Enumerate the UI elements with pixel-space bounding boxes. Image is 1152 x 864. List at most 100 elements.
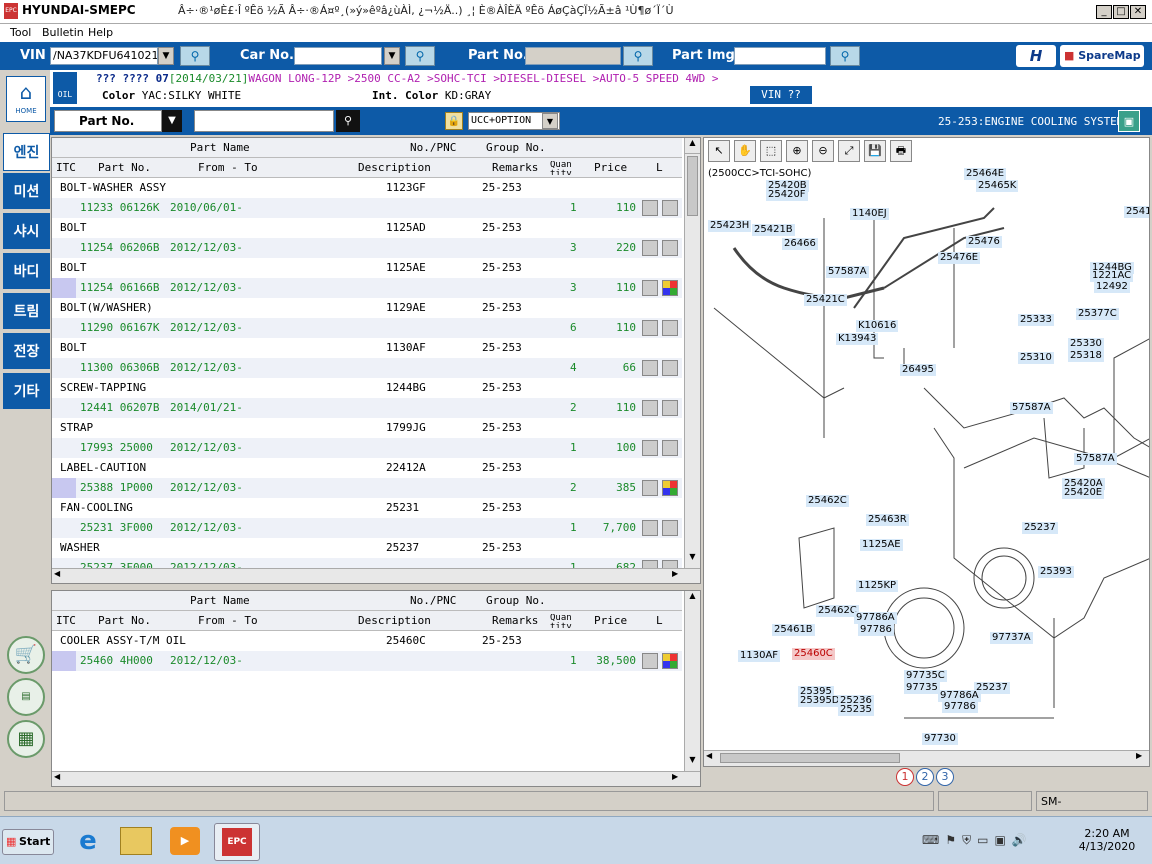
callout-label[interactable]: 25460C	[792, 648, 835, 660]
edit-icon[interactable]	[642, 520, 658, 536]
vin-search-button[interactable]: ⚲	[180, 46, 210, 66]
page-1-button[interactable]: 1	[896, 768, 914, 786]
tab-etc[interactable]: 기타	[3, 373, 50, 411]
callout-label[interactable]: 97737A	[990, 632, 1033, 644]
callout-label[interactable]: 1130AF	[738, 650, 781, 662]
table-row[interactable]: FAN-COOLING 25231 25-253	[52, 498, 682, 518]
network-icon[interactable]: ▣	[994, 833, 1005, 848]
table-row[interactable]: 12441 06207B 2014/01/21- 2 110	[52, 398, 682, 418]
home-button[interactable]: ⌂ HOME	[6, 76, 46, 122]
table-row[interactable]: BOLT-WASHER ASSY 1123GF 25-253	[52, 178, 682, 198]
tab-trim[interactable]: 트림	[3, 293, 50, 331]
search-type-select[interactable]: Part No.	[54, 110, 162, 132]
horizontal-scrollbar[interactable]: ◀ ▶	[52, 771, 700, 786]
clock[interactable]: 2:20 AM 4/13/2020	[1072, 827, 1142, 853]
edit-icon[interactable]	[642, 320, 658, 336]
edit-icon[interactable]	[642, 400, 658, 416]
edit-icon[interactable]	[642, 360, 658, 376]
tab-electrical[interactable]: 전장	[3, 333, 50, 371]
callout-label[interactable]: 97735C	[904, 670, 947, 682]
maximize-button[interactable]: □	[1113, 5, 1129, 19]
copy-icon[interactable]	[662, 360, 678, 376]
keyboard-icon[interactable]: ⌨	[922, 833, 939, 848]
callout-label[interactable]: 57587A	[826, 266, 869, 278]
callout-label[interactable]: 97786	[942, 701, 978, 713]
callout-label[interactable]: 25465K	[976, 180, 1019, 192]
edit-icon[interactable]	[642, 440, 658, 456]
tab-body[interactable]: 바디	[3, 253, 50, 291]
callout-label[interactable]: 97786	[858, 624, 894, 636]
callout-label[interactable]: 25237	[1022, 522, 1058, 534]
table-row[interactable]: WASHER 25237 25-253	[52, 538, 682, 558]
callout-label[interactable]: 25476	[966, 236, 1002, 248]
callout-label[interactable]: 25420E	[1062, 487, 1105, 499]
diagram-scroll-thumb[interactable]	[720, 753, 900, 763]
callout-label[interactable]: 25420F	[766, 189, 808, 201]
car-no-search-button[interactable]: ⚲	[405, 46, 435, 66]
display-icon[interactable]: ▭	[977, 833, 988, 848]
part-search-input[interactable]	[194, 110, 334, 132]
copy-icon[interactable]	[662, 200, 678, 216]
table-row[interactable]: 11254 06206B 2012/12/03- 3 220	[52, 238, 682, 258]
internet-explorer-icon[interactable]: e	[72, 825, 104, 857]
copy-icon[interactable]	[662, 240, 678, 256]
table-row[interactable]: 25460 4H000 2012/12/03- 1 38,500	[52, 651, 682, 671]
edit-icon[interactable]	[642, 240, 658, 256]
callout-label[interactable]: 25395D	[798, 695, 842, 707]
menu-help[interactable]: Help	[88, 26, 113, 39]
callout-label[interactable]: 57587A	[1074, 453, 1117, 465]
file-explorer-icon[interactable]	[120, 827, 152, 855]
callout-label[interactable]: 25235	[838, 704, 874, 716]
callout-label[interactable]: 25464E	[964, 168, 1007, 180]
security-icon[interactable]: ⛨	[962, 833, 971, 848]
page-3-button[interactable]: 3	[936, 768, 954, 786]
part-search-icon[interactable]: ⚲	[336, 110, 360, 132]
table-row[interactable]: 11233 06126K 2010/06/01- 1 110	[52, 198, 682, 218]
callout-label[interactable]: 12492	[1094, 281, 1130, 293]
table-row[interactable]: SCREW-TAPPING 1244BG 25-253	[52, 378, 682, 398]
table-row[interactable]: 25231 3F000 2012/12/03- 1 7,700	[52, 518, 682, 538]
table-row[interactable]: BOLT 1130AF 25-253	[52, 338, 682, 358]
table-row[interactable]: 11254 06166B 2012/12/03- 3 110	[52, 278, 682, 298]
edit-icon[interactable]	[642, 200, 658, 216]
copy-icon[interactable]	[662, 400, 678, 416]
search-type-dropdown-icon[interactable]: ▼	[162, 110, 182, 132]
part-no-input[interactable]	[525, 47, 621, 65]
vin-input[interactable]: /NA37KDFU641021	[50, 47, 158, 65]
tab-engine[interactable]: 엔진	[3, 133, 50, 171]
callout-label[interactable]: 25330	[1068, 338, 1104, 350]
callout-label[interactable]: 25393	[1038, 566, 1074, 578]
table-row[interactable]: BOLT 1125AD 25-253	[52, 218, 682, 238]
scroll-thumb[interactable]	[687, 156, 698, 216]
color-icon[interactable]	[662, 280, 678, 296]
callout-label[interactable]: 25421B	[752, 224, 795, 236]
callout-label[interactable]: 57587A	[1010, 402, 1053, 414]
table-row[interactable]: 17993 25000 2012/12/03- 1 100	[52, 438, 682, 458]
car-no-dropdown-icon[interactable]: ▼	[384, 47, 400, 65]
callout-label[interactable]: 97730	[922, 733, 958, 745]
callout-label[interactable]: 25318	[1068, 350, 1104, 362]
edit-icon[interactable]	[642, 480, 658, 496]
callout-label[interactable]: 25462C	[806, 495, 849, 507]
volume-icon[interactable]: 🔊	[1012, 833, 1027, 848]
callout-label[interactable]: 97735	[904, 682, 940, 694]
callout-label[interactable]: 25421C	[804, 294, 847, 306]
callout-label[interactable]: 1140EJ	[850, 208, 889, 220]
menu-bulletin[interactable]: Bulletin	[42, 26, 84, 39]
callout-label[interactable]: 25410	[1124, 206, 1149, 218]
option-dropdown-icon[interactable]: ▼	[542, 113, 558, 129]
start-button[interactable]: ▦ Start	[2, 829, 54, 855]
copy-icon[interactable]	[662, 320, 678, 336]
callout-label[interactable]: 97786A	[854, 612, 897, 624]
part-no-search-button[interactable]: ⚲	[623, 46, 653, 66]
vertical-scrollbar[interactable]: ▲ ▼	[684, 138, 700, 568]
callout-label[interactable]: 26466	[782, 238, 818, 250]
callout-label[interactable]: 25310	[1018, 352, 1054, 364]
table-row[interactable]: 11300 06306B 2012/12/03- 4 66	[52, 358, 682, 378]
callout-label[interactable]: 25423H	[708, 220, 752, 232]
code-icon[interactable]: ▤	[7, 678, 45, 716]
callout-label[interactable]: K10616	[856, 320, 899, 332]
diagram-horizontal-scrollbar[interactable]: ◀ ▶	[704, 750, 1149, 766]
callout-label[interactable]: 25463R	[866, 514, 909, 526]
clipboard-icon[interactable]: ▦	[7, 720, 45, 758]
